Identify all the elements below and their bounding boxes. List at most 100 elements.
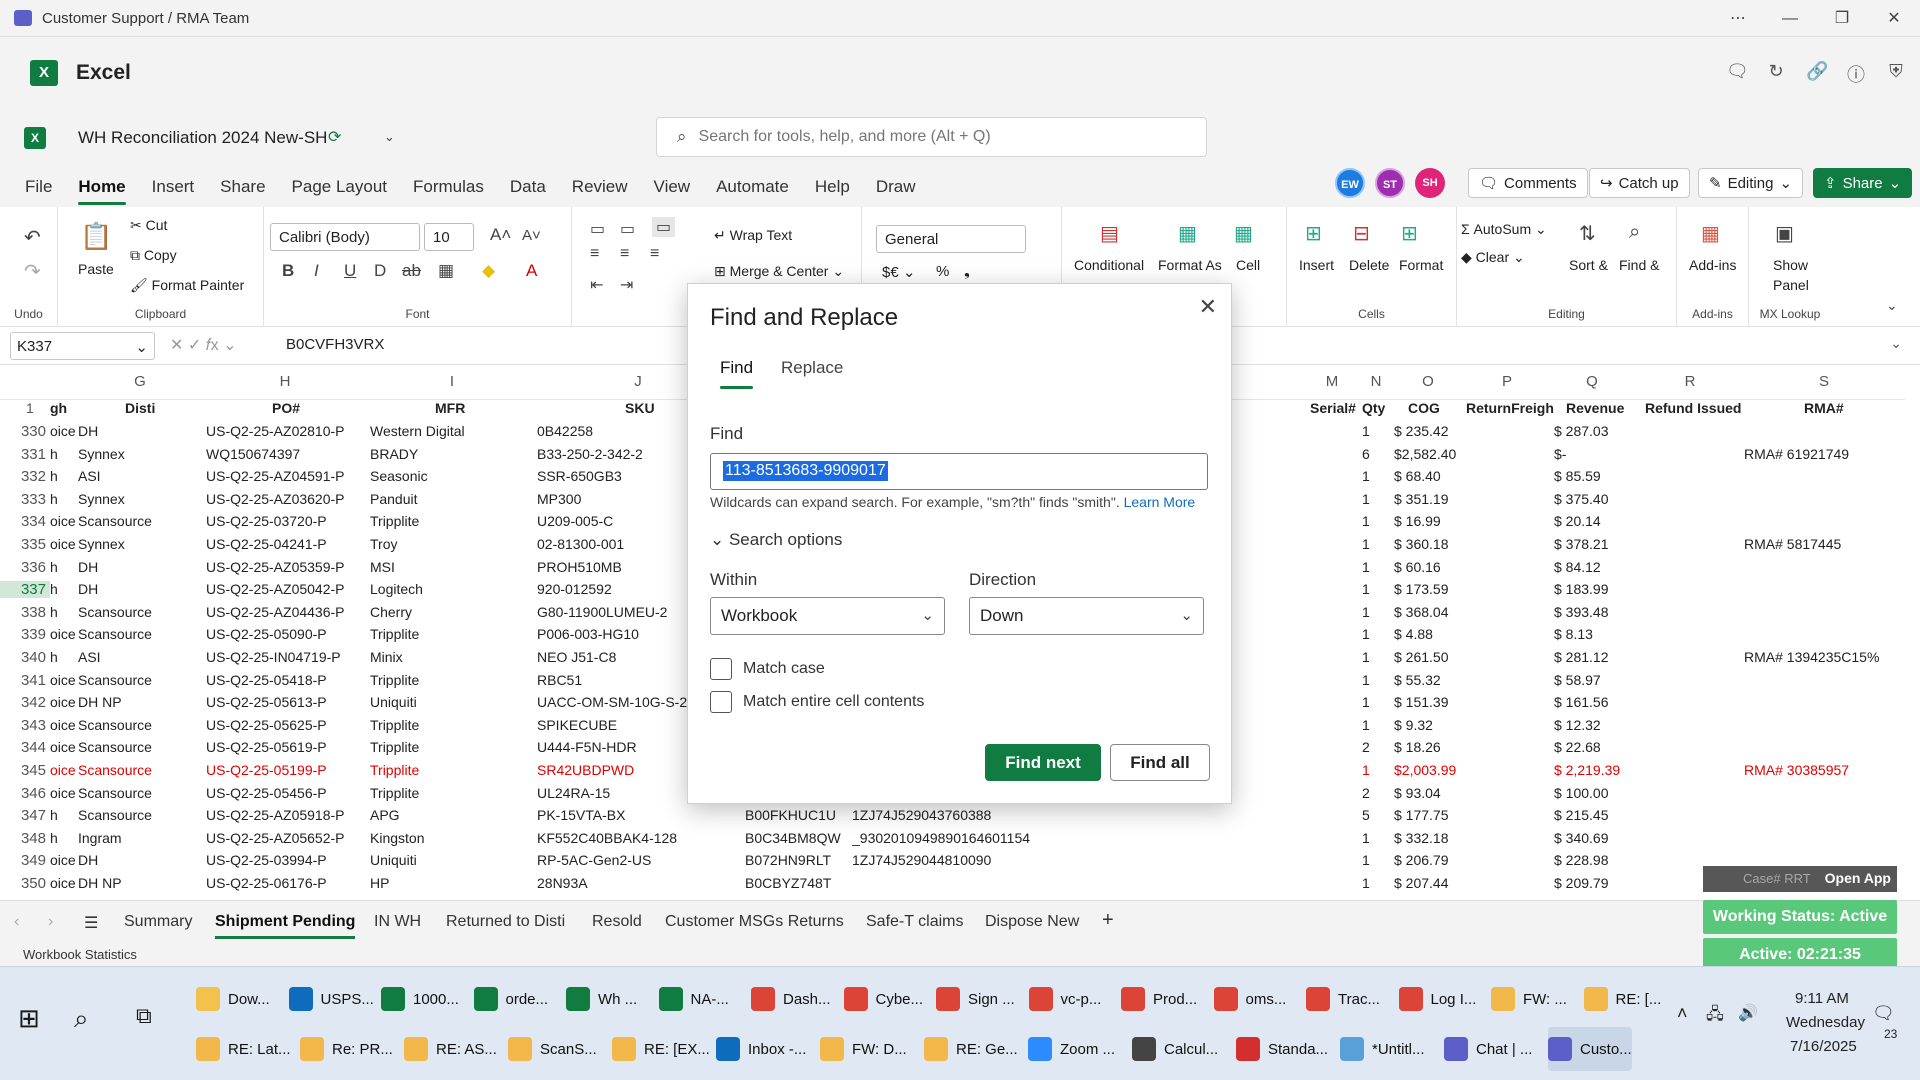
avatar[interactable]: ST [1375, 168, 1405, 198]
taskbar-app-button[interactable]: Custo... [1548, 1027, 1632, 1071]
cell-cog[interactable]: $ 60.16 [1394, 559, 1504, 575]
cell-disti[interactable]: Scansource [78, 762, 198, 778]
italic-icon[interactable]: I [314, 261, 319, 281]
cell-rma[interactable]: RMA# 5817445 [1744, 536, 1905, 552]
table-row[interactable]: 349 oice DH US-Q2-25-03994-P Uniquiti RP-5AC-… [0, 852, 1905, 875]
chat-icon[interactable]: 🗨 [1726, 61, 1749, 87]
header-cell[interactable]: gh [50, 400, 67, 416]
cell-mfr[interactable]: Logitech [370, 581, 530, 597]
cell-rev[interactable]: $ 22.68 [1554, 739, 1664, 755]
cell-qty[interactable]: 1 [1362, 672, 1382, 688]
addins-button[interactable]: Add-ins [1689, 257, 1736, 273]
cell-cog[interactable]: $ 68.40 [1394, 468, 1504, 484]
cell-qty[interactable]: 5 [1362, 807, 1382, 823]
align-middle-icon[interactable]: ▭ [620, 219, 635, 239]
row-number[interactable]: 330 [0, 423, 50, 440]
cell-mfr[interactable]: Tripplite [370, 739, 530, 755]
increase-font-icon[interactable]: A˄ [490, 225, 511, 245]
fill-color-icon[interactable]: ◆ [482, 261, 495, 281]
align-right-icon[interactable]: ≡ [650, 245, 659, 263]
column-header[interactable]: N [1356, 373, 1396, 395]
menu-automate[interactable]: Automate [716, 177, 789, 197]
cell-sku[interactable]: RP-5AC-Gen2-US [537, 852, 737, 868]
delete-cells-button[interactable]: Delete [1349, 257, 1389, 273]
taskbar-app-button[interactable]: Inbox -... [716, 1027, 806, 1071]
shield-icon[interactable]: ⛨ [1886, 61, 1906, 87]
taskbar-app-button[interactable]: Prod... [1121, 977, 1197, 1021]
column-header[interactable]: P [1487, 373, 1527, 395]
volume-icon[interactable]: 🔊 [1738, 1003, 1758, 1023]
column-header[interactable]: R [1670, 373, 1710, 395]
cell-rev[interactable]: $ 215.45 [1554, 807, 1664, 823]
cell-cog[interactable]: $ 206.79 [1394, 852, 1504, 868]
cell-cog[interactable]: $ 173.59 [1394, 581, 1504, 597]
cell-disti[interactable]: Scansource [78, 717, 198, 733]
cell-qty[interactable]: 1 [1362, 536, 1382, 552]
cell-track[interactable]: 1ZJ74J529043760388 [852, 807, 1072, 823]
sheet-tab-summary[interactable]: Summary [124, 913, 192, 931]
cell-sku[interactable]: KF552C40BBAK4-128 [537, 830, 737, 846]
cell-disti[interactable]: Scansource [78, 807, 198, 823]
taskbar-app-button[interactable]: Dash... [751, 977, 831, 1021]
header-cell[interactable]: Serial# [1310, 400, 1356, 416]
cell-mfr[interactable]: Tripplite [370, 672, 530, 688]
decrease-font-icon[interactable]: A˅ [522, 227, 541, 244]
cell-rev[interactable]: $ 20.14 [1554, 513, 1664, 529]
cell-mfr[interactable]: APG [370, 807, 530, 823]
cell-qty[interactable]: 6 [1362, 446, 1382, 462]
column-header[interactable]: S [1804, 373, 1844, 395]
cell-po[interactable]: US-Q2-25-AZ03620-P [206, 491, 366, 507]
chevron-down-icon[interactable]: ⌄ [1890, 335, 1902, 352]
next-sheet-icon[interactable]: › [48, 913, 53, 931]
find-next-button[interactable]: Find next [985, 744, 1101, 781]
clock-time[interactable]: 9:11 AM [1795, 990, 1849, 1007]
refresh-icon[interactable]: ↻ [1766, 61, 1786, 87]
paste-button[interactable]: Paste [78, 261, 114, 277]
find-select-icon[interactable]: ⌕ [1629, 221, 1640, 244]
header-cell[interactable]: COG [1408, 400, 1440, 416]
row-number[interactable]: 349 [0, 852, 50, 869]
row-number[interactable]: 332 [0, 468, 50, 485]
cell-qty[interactable]: 1 [1362, 468, 1382, 484]
cell-po[interactable]: US-Q2-25-05619-P [206, 739, 366, 755]
row-number[interactable]: 343 [0, 717, 50, 734]
cell-styles-button[interactable]: Cell [1236, 257, 1260, 273]
name-box[interactable]: K337 ⌄ [10, 332, 155, 360]
bold-icon[interactable]: B [282, 261, 294, 281]
task-view-icon[interactable]: ⧉ [136, 1003, 152, 1029]
number-format-dropdown[interactable]: General [876, 225, 1026, 253]
find-input[interactable]: 113-8513683-9909017 [710, 453, 1208, 490]
cell-rev[interactable]: $ 8.13 [1554, 626, 1664, 642]
cut-button[interactable]: ✂ Cut [130, 217, 167, 234]
avatar[interactable]: EW [1335, 168, 1365, 198]
show-panel-button[interactable]: Show [1773, 257, 1808, 273]
cell-rma[interactable]: RMA# 30385957 [1744, 762, 1905, 778]
table-row[interactable]: 350 oice DH NP US-Q2-25-06176-P HP 28N93A B0CB… [0, 875, 1905, 898]
comments-button[interactable]: 🗨 Comments [1468, 168, 1588, 198]
cell-mfr[interactable]: Tripplite [370, 785, 530, 801]
format-cells-button[interactable]: Format [1399, 257, 1443, 273]
clear-button[interactable]: ◆ Clear ⌄ [1461, 249, 1525, 266]
table-row[interactable]: 348 h Ingram US-Q2-25-AZ05652-P Kingston KF55… [0, 830, 1905, 853]
row-number[interactable]: 335 [0, 536, 50, 553]
row-number[interactable]: 348 [0, 830, 50, 847]
taskbar-app-button[interactable]: Wh ... [566, 977, 637, 1021]
taskbar-app-button[interactable]: Chat | ... [1444, 1027, 1532, 1071]
cell-qty[interactable]: 2 [1362, 739, 1382, 755]
redo-icon[interactable]: ↷ [24, 259, 41, 284]
taskbar-app-button[interactable]: Trac... [1306, 977, 1380, 1021]
table-row[interactable]: 347 h Scansource US-Q2-25-AZ05918-P APG PK-15… [0, 807, 1905, 830]
open-app-button[interactable]: Open App [1825, 870, 1891, 886]
cell-mfr[interactable]: Minix [370, 649, 530, 665]
menu-share[interactable]: Share [220, 177, 265, 197]
menu-review[interactable]: Review [572, 177, 628, 197]
match-case-checkbox[interactable] [710, 658, 732, 680]
info-icon[interactable]: ⓘ [1846, 61, 1866, 87]
network-icon[interactable]: 🖧 [1706, 1003, 1724, 1030]
conditional-formatting-button[interactable]: Conditional [1074, 257, 1144, 273]
cell-mfr[interactable]: BRADY [370, 446, 530, 462]
cell-qty[interactable]: 1 [1362, 626, 1382, 642]
cell-cog[interactable]: $ 360.18 [1394, 536, 1504, 552]
cell-po[interactable]: WQ150674397 [206, 446, 366, 462]
taskbar-app-button[interactable]: oms... [1213, 977, 1286, 1021]
